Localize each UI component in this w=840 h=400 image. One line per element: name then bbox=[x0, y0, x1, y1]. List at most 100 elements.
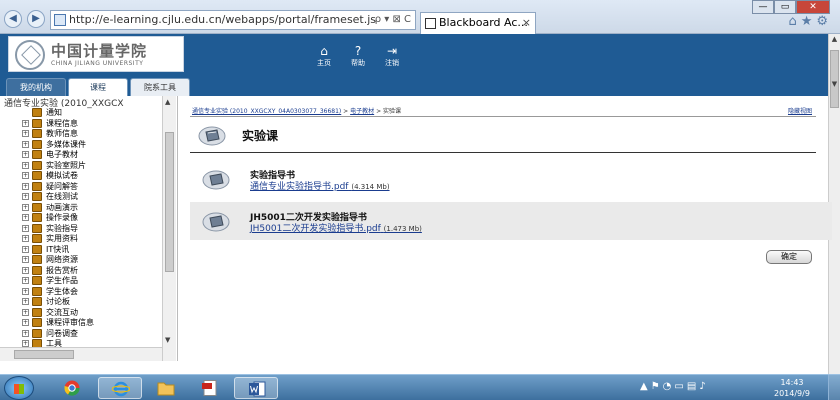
expand-icon[interactable]: + bbox=[22, 214, 29, 221]
expand-icon[interactable]: + bbox=[22, 193, 29, 200]
back-button[interactable]: ◀ bbox=[4, 10, 22, 28]
home-link[interactable]: ⌂ 主页 bbox=[312, 44, 336, 68]
expand-icon[interactable]: + bbox=[22, 319, 29, 326]
tree-item-label: IT快讯 bbox=[46, 244, 70, 254]
course-tree-title[interactable]: 通信专业实验 (2010_XXGCX bbox=[4, 96, 124, 109]
breadcrumb: 通信专业实验 (2010_XXGCXY_04A0303077_36681) > … bbox=[192, 106, 401, 115]
expand-icon[interactable]: + bbox=[22, 277, 29, 284]
tab-close-icon[interactable]: × bbox=[522, 13, 531, 33]
expand-icon[interactable]: + bbox=[22, 308, 29, 316]
expand-icon[interactable]: + bbox=[22, 119, 29, 127]
help-icon: ? bbox=[354, 44, 362, 58]
tree-horizontal-scrollbar[interactable] bbox=[0, 347, 162, 361]
expand-icon[interactable]: + bbox=[22, 340, 29, 347]
expand-icon[interactable]: + bbox=[22, 161, 29, 169]
browser-chrome: ◀ ▶ http://e-learning.cjlu.edu.cn/webapp… bbox=[0, 0, 840, 34]
system-tray-icons[interactable]: ▲⚑◔▭▤♪ bbox=[640, 381, 709, 392]
address-bar[interactable]: http://e-learning.cjlu.edu.cn/webapps/po… bbox=[50, 10, 416, 30]
taskbar-pdf[interactable] bbox=[188, 377, 232, 399]
forward-button[interactable]: ▶ bbox=[27, 10, 45, 28]
expand-icon[interactable]: + bbox=[22, 140, 29, 148]
logo-subtitle: CHINA JILIANG UNIVERSITY bbox=[51, 60, 144, 67]
tree-scroll-down-icon[interactable]: ▼ bbox=[165, 336, 170, 344]
expand-icon[interactable]: + bbox=[22, 329, 29, 337]
folder-book-icon bbox=[32, 181, 42, 191]
clock[interactable]: 14:43 2014/9/9 bbox=[774, 377, 810, 399]
home-icon: ⌂ bbox=[320, 44, 328, 58]
page-title: 实验课 bbox=[242, 129, 279, 143]
tree-item-label: 多媒体课件 bbox=[46, 139, 86, 149]
expand-icon[interactable]: + bbox=[22, 151, 29, 158]
expand-icon[interactable]: + bbox=[22, 266, 29, 274]
tab-my-institution[interactable]: 我的机构 bbox=[6, 78, 66, 96]
close-button[interactable]: ✕ bbox=[796, 0, 830, 14]
tree-scroll-thumb[interactable] bbox=[165, 132, 174, 272]
tree-item-label: 课程信息 bbox=[46, 118, 78, 128]
tab-department-tools[interactable]: 院系工具 bbox=[130, 78, 190, 96]
site-header: 中国计量学院 CHINA JILIANG UNIVERSITY ⌂ 主页 ? 帮… bbox=[0, 34, 828, 96]
tab-courses[interactable]: 课程 bbox=[68, 78, 128, 96]
taskbar-ie[interactable] bbox=[98, 377, 142, 399]
minimize-button[interactable]: — bbox=[752, 0, 774, 14]
logout-link-label: 注销 bbox=[385, 59, 399, 67]
help-link[interactable]: ? 帮助 bbox=[346, 44, 370, 68]
hide-view-link[interactable]: 隐藏视图 bbox=[788, 106, 812, 115]
expand-icon[interactable]: + bbox=[22, 172, 29, 179]
scroll-down-icon[interactable]: ▼ bbox=[829, 80, 840, 88]
tree-item-label: 疑问解答 bbox=[46, 181, 78, 191]
tree-vertical-scrollbar[interactable]: ▲ ▼ bbox=[162, 96, 176, 361]
expand-icon[interactable] bbox=[22, 109, 29, 116]
expand-icon[interactable]: + bbox=[22, 245, 29, 253]
folder-book-icon bbox=[32, 244, 42, 254]
tree-scroll-up-icon[interactable]: ▲ bbox=[165, 98, 170, 106]
folder-book-icon bbox=[32, 118, 42, 128]
home-link-label: 主页 bbox=[317, 59, 331, 67]
expand-icon[interactable]: + bbox=[22, 224, 29, 232]
university-logo[interactable]: 中国计量学院 CHINA JILIANG UNIVERSITY bbox=[8, 36, 184, 72]
expand-icon[interactable]: + bbox=[22, 182, 29, 190]
logout-link[interactable]: ⇥ 注销 bbox=[380, 44, 404, 68]
expand-icon[interactable]: + bbox=[22, 287, 29, 295]
file-name[interactable]: JH5001二次开发实验指导书.pdf bbox=[250, 224, 381, 234]
folder-book-icon bbox=[32, 297, 42, 306]
page-scroll-thumb[interactable] bbox=[830, 50, 839, 108]
address-tools[interactable]: ρ ▾ ⊠ C bbox=[375, 11, 411, 29]
folder-icon bbox=[157, 382, 175, 396]
tree-item-label: 实用资料 bbox=[46, 234, 78, 243]
windows-logo-icon bbox=[14, 384, 24, 394]
expand-icon[interactable]: + bbox=[22, 256, 29, 263]
file-name[interactable]: 通信专业实验指导书.pdf bbox=[250, 182, 348, 192]
file-size: (1.473 Mb) bbox=[383, 225, 422, 233]
expand-icon[interactable]: + bbox=[22, 130, 29, 137]
expand-icon[interactable]: + bbox=[22, 235, 29, 242]
tree-hscroll-thumb[interactable] bbox=[14, 350, 74, 359]
taskbar-explorer[interactable] bbox=[144, 377, 188, 399]
tree-item-label: 操作录像 bbox=[46, 213, 78, 222]
tab-title: Blackboard Ac... bbox=[439, 16, 528, 29]
expand-icon[interactable]: + bbox=[22, 203, 29, 211]
breadcrumb-course-link[interactable]: 通信专业实验 (2010_XXGCXY_04A0303077_36681) bbox=[192, 108, 341, 115]
scroll-up-icon[interactable]: ▲ bbox=[829, 35, 840, 43]
expand-icon[interactable]: + bbox=[22, 298, 29, 305]
tree-item-label: 课程评审信息 bbox=[46, 318, 94, 327]
page-favicon bbox=[54, 14, 66, 26]
item-file-link[interactable]: JH5001二次开发实验指导书.pdf (1.473 Mb) bbox=[250, 221, 422, 234]
folder-book-icon bbox=[32, 150, 42, 159]
item-file-link[interactable]: 通信专业实验指导书.pdf (4.314 Mb) bbox=[250, 179, 390, 192]
tree-item-label: 实验指导 bbox=[46, 223, 78, 233]
folder-book-icon bbox=[32, 234, 42, 243]
tree-item-label: 动画演示 bbox=[46, 202, 78, 212]
folder-book-icon bbox=[32, 213, 42, 222]
ok-button[interactable]: 确定 bbox=[766, 250, 812, 264]
taskbar-word[interactable] bbox=[234, 377, 278, 399]
tree-item-label: 实验室照片 bbox=[46, 160, 86, 170]
taskbar-chrome[interactable] bbox=[50, 377, 94, 399]
home-favorites-settings-icons[interactable]: ⌂★⚙ bbox=[788, 14, 832, 29]
start-button[interactable] bbox=[4, 376, 34, 400]
maximize-button[interactable]: ▭ bbox=[774, 0, 796, 14]
browser-tab[interactable]: Blackboard Ac... × bbox=[420, 12, 536, 34]
folder-book-icon bbox=[32, 108, 42, 117]
show-desktop-button[interactable] bbox=[828, 375, 840, 400]
breadcrumb-section-link[interactable]: 电子教材 bbox=[350, 108, 374, 115]
logout-icon: ⇥ bbox=[386, 44, 398, 58]
